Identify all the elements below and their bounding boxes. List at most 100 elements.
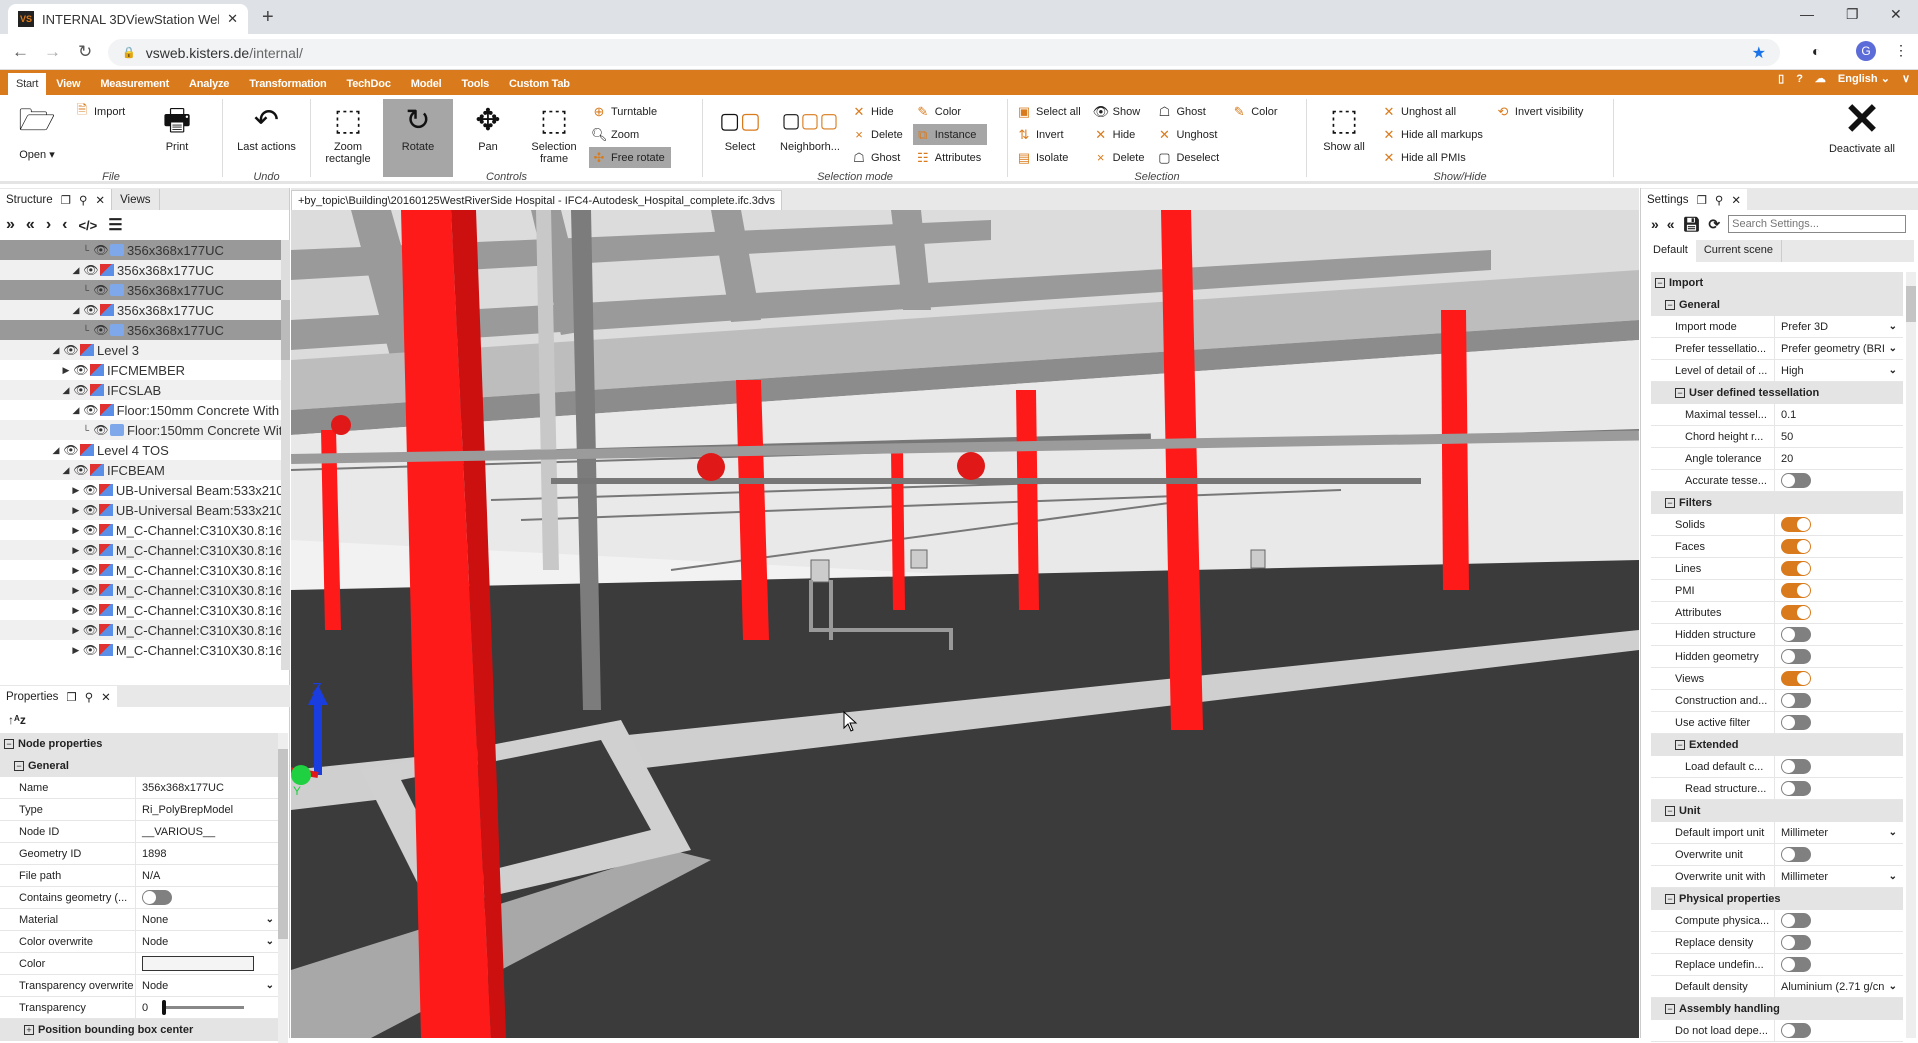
hide-all-pmis-button[interactable]: ✕ Hide all PMIs xyxy=(1379,147,1489,168)
expand-arrow-icon[interactable]: ▶ xyxy=(60,365,72,376)
tree-node[interactable]: ◢ 👁︎ Floor:150mm Concrete With 7 xyxy=(0,400,290,420)
import-button[interactable]: 🗎 Import xyxy=(72,101,142,122)
collapse-box-icon[interactable]: − xyxy=(1665,498,1675,508)
isolate-button[interactable]: ▤ Isolate xyxy=(1014,147,1087,168)
visibility-eye-icon[interactable]: 👁︎ xyxy=(92,423,110,437)
toggle-switch[interactable] xyxy=(1781,605,1811,620)
toggle-switch[interactable] xyxy=(1781,935,1811,950)
tab-views[interactable]: Views xyxy=(111,189,160,210)
dropdown[interactable]: Prefer geometry (BRI ⌄ xyxy=(1775,343,1903,355)
tab-measurement[interactable]: Measurement xyxy=(90,78,179,95)
toggle-switch[interactable] xyxy=(1781,649,1811,664)
tree-node[interactable]: ◢ 👁︎ IFCSLAB xyxy=(0,380,290,400)
expand-arrow-icon[interactable]: ▶ xyxy=(70,585,82,596)
toggle-switch[interactable] xyxy=(1781,913,1811,928)
visibility-eye-icon[interactable]: 👁︎ xyxy=(82,643,100,657)
tab-model[interactable]: Model xyxy=(401,78,452,95)
show-all-button[interactable]: ⬚ Show all xyxy=(1313,99,1375,177)
visibility-eye-icon[interactable]: 👁︎ xyxy=(82,403,100,417)
collapse-box-icon[interactable]: − xyxy=(14,761,24,771)
invert-button[interactable]: ⇅ Invert xyxy=(1014,124,1087,145)
visibility-eye-icon[interactable]: 👁︎ xyxy=(82,483,100,497)
pin-icon[interactable]: ⚲ xyxy=(1715,193,1723,207)
visibility-eye-icon[interactable]: 👁︎ xyxy=(72,463,90,477)
tab-techdoc[interactable]: TechDoc xyxy=(337,78,401,95)
toggle-switch[interactable] xyxy=(1781,539,1811,554)
settings-tab-current-scene[interactable]: Current scene xyxy=(1696,240,1782,262)
property-value[interactable]: 50 xyxy=(1775,431,1903,443)
visibility-eye-icon[interactable]: 👁︎ xyxy=(82,623,100,637)
transparency-slider[interactable] xyxy=(162,1000,245,1015)
profile-avatar[interactable]: G xyxy=(1856,41,1876,61)
section-header[interactable]: − User defined tessellation xyxy=(1651,382,1903,404)
tree-scrollbar[interactable] xyxy=(281,240,290,670)
visibility-eye-icon[interactable]: 👁︎ xyxy=(82,583,100,597)
toggle-switch[interactable] xyxy=(1781,583,1811,598)
toggle-switch[interactable] xyxy=(1781,517,1811,532)
tree-node[interactable]: ◢ 👁︎ 356x368x177UC xyxy=(0,260,290,280)
section-header[interactable]: − Import xyxy=(1651,272,1903,294)
reload-icon[interactable]: ↻ xyxy=(78,42,92,62)
settings-scrollbar[interactable] xyxy=(1906,272,1916,1038)
select-button[interactable]: ▢ ▢ Select xyxy=(709,99,771,177)
tree-node[interactable]: ▶ 👁︎ M_C-Channel:C310X30.8:162 xyxy=(0,560,290,580)
section-header[interactable]: − Node properties xyxy=(0,733,280,755)
browser-menu-icon[interactable]: ⋮ xyxy=(1894,42,1908,59)
hide-button[interactable]: ✕ Hide xyxy=(1091,124,1151,145)
collapse-all-icon[interactable]: « xyxy=(26,216,35,234)
close-tab-icon[interactable]: ✕ xyxy=(227,11,238,27)
toggle-switch[interactable] xyxy=(1781,847,1811,862)
tree-node[interactable]: ▶ 👁︎ M_C-Channel:C310X30.8:162 xyxy=(0,600,290,620)
tree-node[interactable]: └ 👁︎ 356x368x177UC xyxy=(0,320,290,340)
visibility-eye-icon[interactable]: 👁︎ xyxy=(82,263,100,277)
neighborhood-button[interactable]: ▢ ▢▢ Neighborh... xyxy=(775,99,845,177)
extension-icon[interactable]: ◐ xyxy=(1812,43,1820,59)
toggle-switch[interactable] xyxy=(1781,473,1811,488)
settings-search-input[interactable] xyxy=(1728,215,1907,233)
mode-delete-button[interactable]: × Delete xyxy=(849,124,909,145)
mode-instance-button[interactable]: ⧉ Instance xyxy=(912,124,988,145)
property-value[interactable]: 1898 xyxy=(136,848,280,860)
collapse-arrow-icon[interactable]: ◢ xyxy=(50,445,62,456)
url-field[interactable]: 🔒 vsweb.kisters.de/internal/ ★ xyxy=(108,39,1780,66)
invert-visibility-button[interactable]: ⟲ Invert visibility xyxy=(1493,101,1589,122)
tree-node[interactable]: ◢ 👁︎ 356x368x177UC xyxy=(0,300,290,320)
visibility-eye-icon[interactable]: 👁︎ xyxy=(62,443,80,457)
maximize-button[interactable]: ❐ xyxy=(1846,6,1859,23)
dropdown[interactable]: Node ⌄ xyxy=(136,980,280,992)
expand-arrow-icon[interactable]: ▶ xyxy=(70,505,82,516)
tab-analyze[interactable]: Analyze xyxy=(179,78,239,95)
collapse-icon[interactable]: ‹ xyxy=(62,216,67,234)
dropdown[interactable]: Millimeter ⌄ xyxy=(1775,827,1903,839)
pan-button[interactable]: ✥ Pan xyxy=(457,99,519,177)
collapse-arrow-icon[interactable]: ◢ xyxy=(70,305,82,316)
expand-arrow-icon[interactable]: ▶ xyxy=(70,485,82,496)
collapse-box-icon[interactable]: − xyxy=(1665,806,1675,816)
expand-all-icon[interactable]: » xyxy=(6,216,15,234)
property-value[interactable]: 356x368x177UC xyxy=(136,782,280,794)
visibility-eye-icon[interactable]: 👁︎ xyxy=(72,363,90,377)
section-header[interactable]: − Filters xyxy=(1651,492,1903,514)
section-header[interactable]: − General xyxy=(1651,294,1903,316)
slider-thumb[interactable] xyxy=(162,1000,167,1015)
tree-node[interactable]: ◢ 👁︎ Level 4 TOS xyxy=(0,440,290,460)
tree-node[interactable]: ▶ 👁︎ M_C-Channel:C310X30.8:162 xyxy=(0,640,290,660)
close-window-button[interactable]: ✕ xyxy=(1890,6,1902,23)
unghost-button[interactable]: ✕ Unghost xyxy=(1154,124,1225,145)
toggle-switch[interactable] xyxy=(1781,671,1811,686)
float-icon[interactable]: ❐ xyxy=(61,193,71,207)
visibility-eye-icon[interactable]: 👁︎ xyxy=(82,603,100,617)
section-header[interactable]: − Unit xyxy=(1651,800,1903,822)
mode-color-button[interactable]: ✎ Color xyxy=(913,101,987,122)
dropdown[interactable]: Prefer 3D ⌄ xyxy=(1775,321,1903,333)
dropdown[interactable]: Aluminium (2.71 g/cn ⌄ xyxy=(1775,981,1903,993)
toggle-switch[interactable] xyxy=(1781,693,1811,708)
expand-arrow-icon[interactable]: ▶ xyxy=(70,645,82,656)
mobile-icon[interactable]: ▯ xyxy=(1778,72,1784,85)
close-icon[interactable]: ✕ xyxy=(95,193,105,207)
visibility-eye-icon[interactable]: 👁︎ xyxy=(82,503,100,517)
property-value[interactable]: N/A xyxy=(136,870,280,882)
collapse-arrow-icon[interactable]: ◢ xyxy=(50,345,62,356)
toggle-switch[interactable] xyxy=(1781,561,1811,576)
visibility-eye-icon[interactable]: 👁︎ xyxy=(92,323,110,337)
